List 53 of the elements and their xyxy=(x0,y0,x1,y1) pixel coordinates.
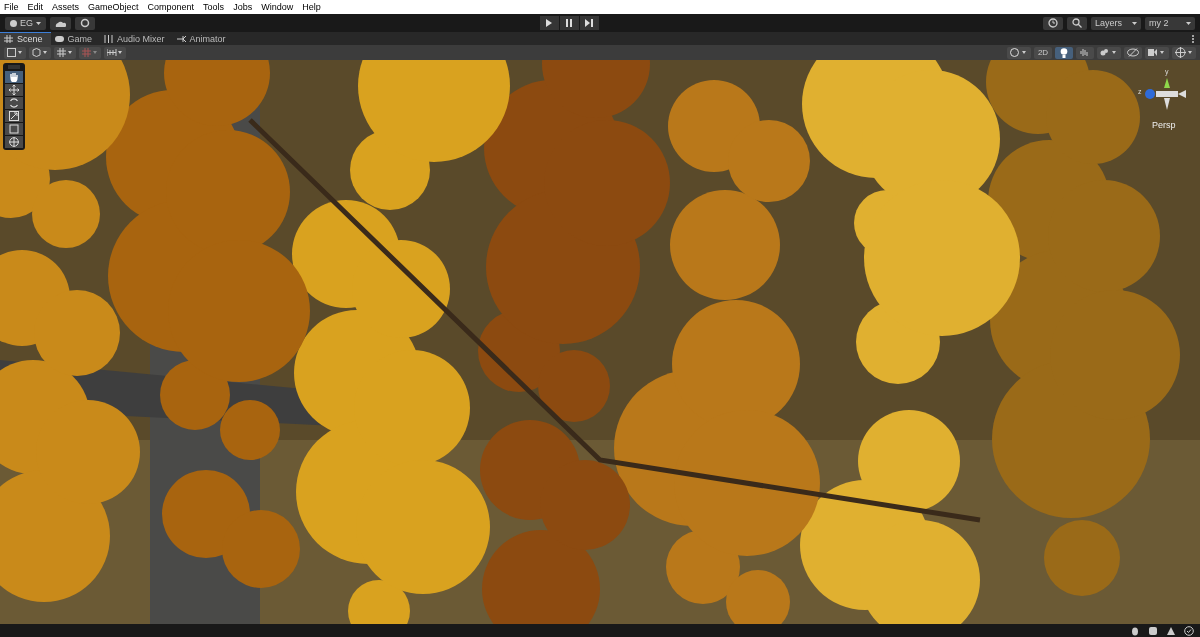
caret-icon xyxy=(1186,21,1191,25)
hand-tool[interactable] xyxy=(5,71,23,83)
settings-button[interactable] xyxy=(75,16,95,30)
effects-dropdown[interactable] xyxy=(1097,46,1121,59)
menu-item[interactable]: Jobs xyxy=(233,2,253,12)
account-dropdown[interactable]: EG xyxy=(5,16,46,30)
camera-dropdown[interactable] xyxy=(1145,46,1169,59)
hidden-eye-icon xyxy=(1127,48,1139,57)
animator-icon xyxy=(176,34,186,43)
tab[interactable]: Scene xyxy=(0,32,51,45)
grid-icon xyxy=(4,35,13,43)
move-tool[interactable] xyxy=(5,84,23,96)
play-button[interactable] xyxy=(539,16,559,30)
projection-label[interactable]: Persp xyxy=(1152,120,1176,130)
step-icon xyxy=(585,19,593,27)
menu-item[interactable]: Assets xyxy=(52,2,80,12)
gizmos-dropdown[interactable] xyxy=(1172,46,1196,59)
gamepad-icon xyxy=(54,34,64,43)
menu-item[interactable]: File xyxy=(4,2,19,12)
layout-dropdown[interactable]: my 2 xyxy=(1145,16,1195,30)
check-icon[interactable] xyxy=(1184,625,1194,636)
cloud-icon xyxy=(55,19,66,27)
audio-icon xyxy=(1080,48,1090,57)
increment-dropdown[interactable] xyxy=(104,46,126,59)
pause-button[interactable] xyxy=(559,16,579,30)
pause-icon xyxy=(565,19,573,27)
lighting-toggle[interactable] xyxy=(1055,46,1073,59)
rotate-tool[interactable] xyxy=(5,97,23,109)
menu-item[interactable]: Window xyxy=(261,2,294,12)
caret-icon xyxy=(36,21,41,25)
cloud-button[interactable] xyxy=(50,16,71,30)
search-button[interactable] xyxy=(1067,16,1087,30)
transform-tool[interactable] xyxy=(5,136,23,148)
render-dropdown[interactable] xyxy=(29,46,51,59)
2d-toggle[interactable]: 2D xyxy=(1034,46,1052,59)
menu-item[interactable]: Help xyxy=(302,2,321,12)
history-button[interactable] xyxy=(1043,16,1063,30)
shading-dropdown[interactable] xyxy=(1007,46,1031,59)
audio-toggle[interactable] xyxy=(1076,46,1094,59)
menu-item[interactable]: Tools xyxy=(203,2,225,12)
layers-dropdown[interactable]: Layers xyxy=(1091,16,1141,30)
menu-item[interactable]: Edit xyxy=(27,2,44,12)
caret-icon xyxy=(1132,21,1137,25)
visibility-toggle[interactable] xyxy=(1124,46,1142,59)
rect-tool[interactable] xyxy=(5,123,23,135)
grid-dropdown[interactable] xyxy=(54,46,76,59)
step-button[interactable] xyxy=(579,16,599,30)
draw-mode-dropdown[interactable] xyxy=(4,46,26,59)
scale-tool[interactable] xyxy=(5,110,23,122)
menu-item[interactable]: Component xyxy=(147,2,195,12)
mixer-icon xyxy=(104,34,114,43)
play-icon xyxy=(545,19,553,27)
menu-item[interactable]: GameObject xyxy=(88,2,139,12)
